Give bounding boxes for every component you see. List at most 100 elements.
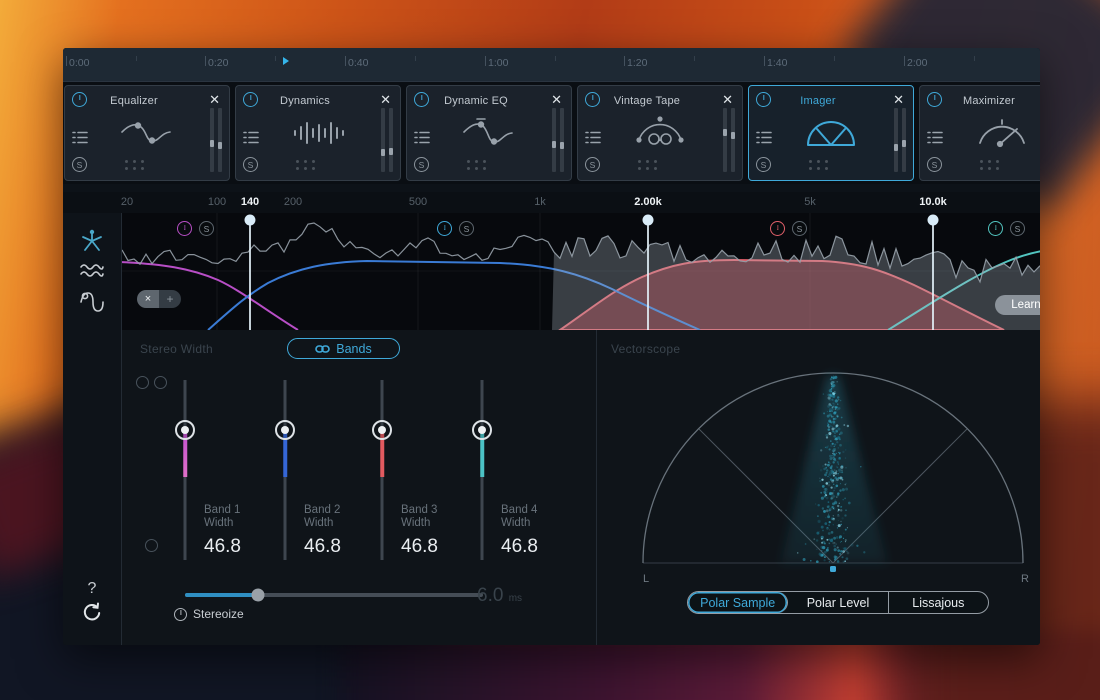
band3-label: Band 3Width (401, 504, 437, 530)
band2-width-handle[interactable] (275, 420, 295, 440)
band2-width-slider[interactable] (265, 380, 305, 560)
band3-controls: S (770, 221, 807, 236)
module-preset-list-icon[interactable] (585, 130, 601, 150)
module-drag-handle[interactable] (407, 160, 545, 170)
module-title: Vintage Tape (578, 95, 716, 107)
stereo-link-toggle-icon[interactable] (136, 376, 167, 389)
spectrum-analyzer[interactable]: S S S S × + Learn (122, 213, 1040, 330)
stereoize-handle[interactable] (252, 589, 265, 602)
band-edit-pill: × + (137, 290, 181, 308)
module-close-icon[interactable]: ✕ (722, 92, 733, 108)
band3-width-handle[interactable] (372, 420, 392, 440)
module-meters (210, 108, 222, 172)
freq-label-100: 100 (208, 196, 226, 208)
band3-power-button[interactable] (770, 221, 785, 236)
module-drag-handle[interactable] (578, 160, 716, 170)
timeline-ruler[interactable]: 0:000:200:401:001:201:402:002:20 (63, 48, 1040, 82)
maximizer-icon (971, 115, 1033, 151)
module-card-maximizer[interactable]: Maximizer✕S (919, 85, 1040, 181)
stereo-width-panel: Stereo Width Bands (122, 330, 597, 645)
band2-controls: S (437, 221, 474, 236)
module-drag-handle[interactable] (749, 160, 887, 170)
band4-solo-button[interactable]: S (1010, 221, 1025, 236)
module-close-icon[interactable]: ✕ (380, 92, 391, 108)
vectorscope-title: Vectorscope (611, 342, 680, 356)
band3-width-slider[interactable] (362, 380, 402, 560)
band2-width-value[interactable]: 46.8 (304, 536, 341, 558)
band2-solo-button[interactable]: S (459, 221, 474, 236)
freq-label-200: 200 (284, 196, 302, 208)
ruler-tick (624, 56, 625, 66)
module-drag-handle[interactable] (236, 160, 374, 170)
add-band-button[interactable]: + (159, 290, 181, 308)
band4-width-slider[interactable] (462, 380, 502, 560)
tab-polar-sample[interactable]: Polar Sample (688, 592, 788, 613)
freq-label-140[interactable]: 140 (241, 196, 259, 208)
remove-band-button[interactable]: × (137, 290, 159, 308)
band2-power-button[interactable] (437, 221, 452, 236)
band1-controls: S (177, 221, 214, 236)
module-card-dynamic-eq[interactable]: Dynamic EQ✕S (406, 85, 572, 181)
tab-polar-level[interactable]: Polar Level (788, 592, 888, 613)
stereoize-slider[interactable] (185, 593, 483, 597)
module-card-imager[interactable]: Imager✕S (748, 85, 914, 181)
equalizer-icon (116, 116, 178, 150)
module-close-icon[interactable]: ✕ (893, 92, 904, 108)
right-channel-label: R (1021, 573, 1029, 585)
module-title: Imager (749, 95, 887, 107)
module-card-dynamics[interactable]: Dynamics✕S (235, 85, 401, 181)
module-meters (894, 108, 906, 172)
band1-width-handle[interactable] (175, 420, 195, 440)
stereo-placement-view-icon[interactable] (79, 227, 105, 258)
stereoize-value[interactable]: 6.0 ms (477, 585, 522, 607)
ruler-time-label: 1:00 (488, 57, 508, 69)
band1-power-button[interactable] (177, 221, 192, 236)
tab-lissajous[interactable]: Lissajous (889, 592, 988, 613)
freq-label-2.00k[interactable]: 2.00k (634, 196, 662, 208)
module-card-equalizer[interactable]: Equalizer✕S (64, 85, 230, 181)
playhead-marker[interactable] (283, 57, 289, 65)
module-card-vintage-tape[interactable]: Vintage Tape✕S (577, 85, 743, 181)
freq-label-10.0k[interactable]: 10.0k (919, 196, 947, 208)
waves-view-icon[interactable] (79, 261, 105, 286)
sine-view-icon[interactable] (78, 289, 106, 320)
band1-width-slider[interactable] (165, 380, 205, 560)
reset-icon[interactable] (81, 602, 103, 629)
module-drag-handle[interactable] (920, 160, 1040, 170)
ruler-time-label: 0:20 (208, 57, 228, 69)
stereoize-toggle[interactable]: Stereoize (174, 607, 244, 621)
freq-label-5k: 5k (804, 196, 816, 208)
ruler-tick (66, 56, 67, 66)
band4-controls: S (988, 221, 1025, 236)
module-preset-list-icon[interactable] (414, 130, 430, 150)
bands-link-button[interactable]: Bands (287, 338, 400, 359)
module-panel: ? Stereo Width Bands (63, 330, 1040, 645)
learn-button[interactable]: Learn (995, 295, 1040, 315)
help-icon[interactable]: ? (88, 580, 97, 598)
band1-width-value[interactable]: 46.8 (204, 536, 241, 558)
ruler-time-label: 1:40 (767, 57, 787, 69)
freq-label-1k: 1k (534, 196, 546, 208)
module-drag-handle[interactable] (65, 160, 203, 170)
module-title: Dynamics (236, 95, 374, 107)
stereoize-power-icon (174, 608, 187, 621)
band1-solo-button[interactable]: S (199, 221, 214, 236)
band4-width-handle[interactable] (472, 420, 492, 440)
module-preset-list-icon[interactable] (756, 130, 772, 150)
module-preset-list-icon[interactable] (72, 130, 88, 150)
module-preset-list-icon[interactable] (927, 130, 943, 150)
mono-toggle-icon[interactable] (145, 539, 158, 552)
module-close-icon[interactable]: ✕ (209, 92, 220, 108)
band3-solo-button[interactable]: S (792, 221, 807, 236)
ruler-tick (485, 56, 486, 66)
band2-label: Band 2Width (304, 504, 340, 530)
ruler-minor-tick (136, 56, 137, 61)
band4-power-button[interactable] (988, 221, 1003, 236)
band3-width-value[interactable]: 46.8 (401, 536, 438, 558)
band4-width-value[interactable]: 46.8 (501, 536, 538, 558)
module-preset-list-icon[interactable] (243, 130, 259, 150)
freq-label-500: 500 (409, 196, 427, 208)
ruler-tick (345, 56, 346, 66)
module-close-icon[interactable]: ✕ (551, 92, 562, 108)
band1-label: Band 1Width (204, 504, 240, 530)
